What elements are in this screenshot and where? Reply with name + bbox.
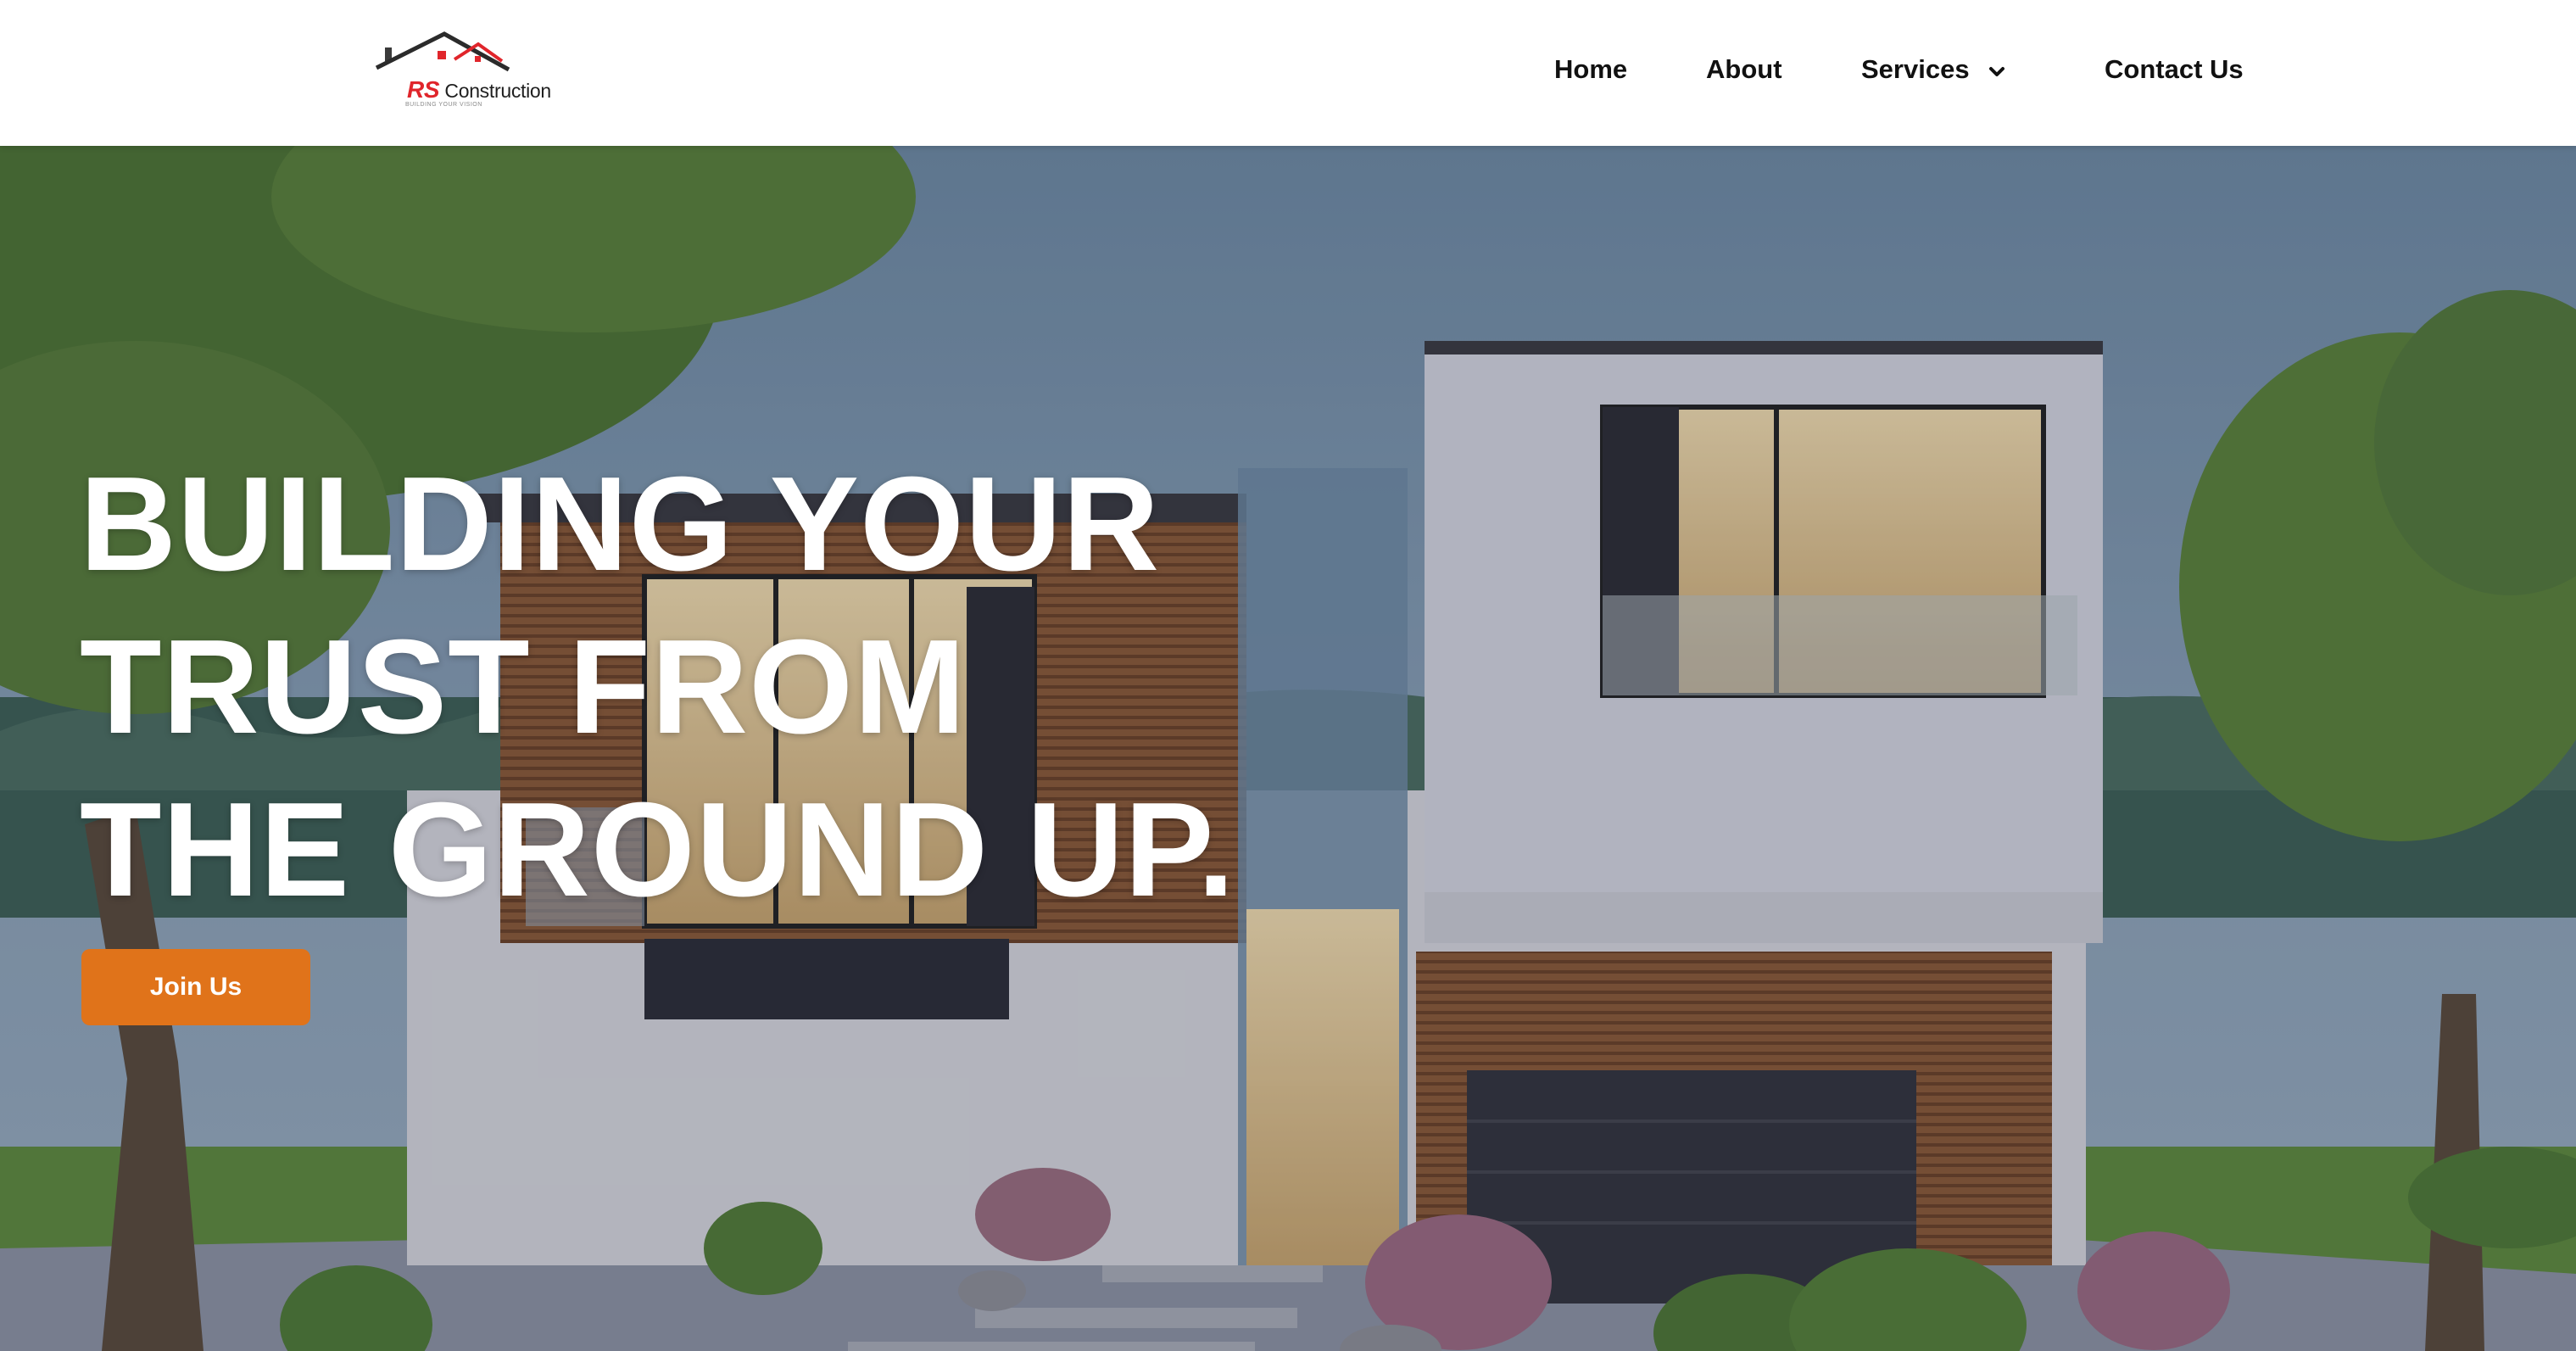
logo-wordmark: RS Construction <box>407 76 551 103</box>
hero-headline-line-3: THE GROUND UP. <box>80 775 1236 924</box>
site-header: RS Construction BUILDING YOUR VISION Hom… <box>0 0 2576 146</box>
company-logo[interactable]: RS Construction BUILDING YOUR VISION <box>373 31 551 109</box>
logo-tagline: BUILDING YOUR VISION <box>405 102 482 108</box>
hero-headline-line-2: TRUST FROM <box>80 612 967 762</box>
nav-services[interactable]: Services <box>1861 54 1970 85</box>
nav-home[interactable]: Home <box>1554 54 1627 85</box>
hero-headline: BUILDING YOUR TRUST FROM THE GROUND UP. <box>80 443 1352 931</box>
hero-section: BUILDING YOUR TRUST FROM THE GROUND UP. … <box>0 146 2576 1351</box>
nav-about[interactable]: About <box>1706 54 1782 85</box>
join-us-button[interactable]: Join Us <box>81 949 310 1025</box>
nav-contact-us[interactable]: Contact Us <box>2105 54 2244 85</box>
chevron-down-icon[interactable] <box>1984 59 2010 85</box>
hero-headline-line-1: BUILDING YOUR <box>80 449 1161 599</box>
